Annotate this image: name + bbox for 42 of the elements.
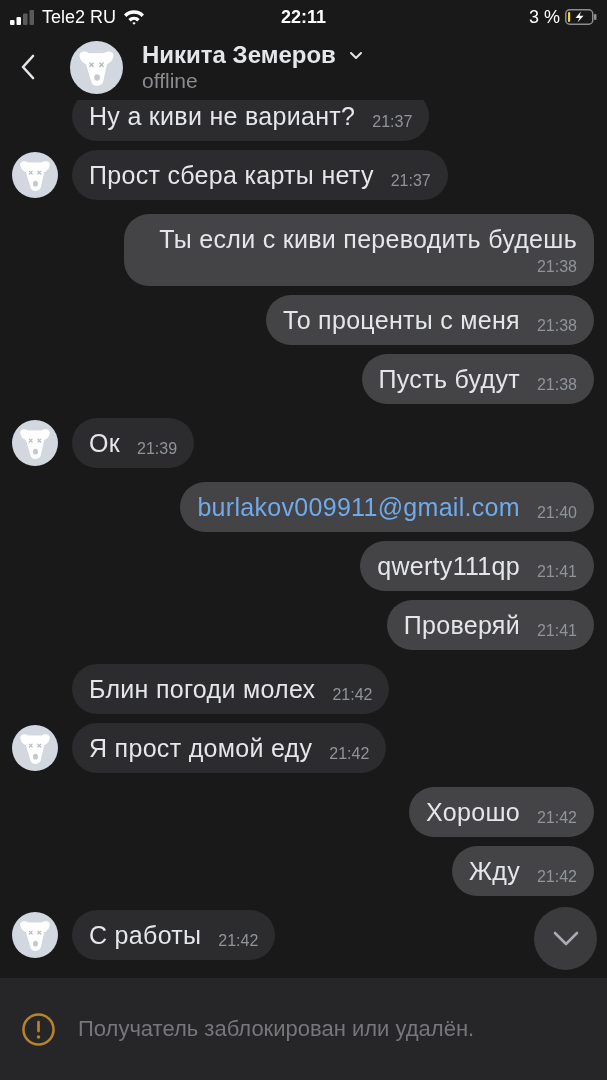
battery-charging-icon — [565, 9, 597, 25]
message-text: Проверяй — [403, 610, 520, 640]
message-time: 21:40 — [536, 503, 577, 523]
wifi-icon — [123, 9, 146, 25]
warning-icon — [22, 1012, 55, 1046]
message-time: 21:38 — [536, 375, 577, 395]
chevron-down-icon[interactable] — [348, 50, 363, 60]
message-text: Хорошо — [426, 797, 520, 827]
message-text: qwerty111qp — [377, 551, 520, 581]
message-time: 21:42 — [332, 685, 373, 705]
notice-text: Получатель заблокирован или удалён. — [78, 1016, 475, 1042]
message-time: 21:42 — [329, 744, 370, 764]
message-text: Ок — [89, 428, 120, 458]
message-text: Ты если с киви переводить будешь — [159, 224, 577, 254]
message-time: 21:41 — [536, 562, 577, 582]
message-time: 21:37 — [390, 171, 431, 191]
email-link[interactable]: burlakov009911@gmail.com — [197, 492, 520, 522]
chevron-down-icon — [552, 931, 579, 946]
message-text: Пусть будут — [378, 364, 520, 394]
message-text: С работы — [89, 920, 202, 950]
message-time: 21:41 — [536, 621, 577, 641]
carrier-name: Tele2 RU — [42, 6, 117, 28]
message-time: 21:42 — [218, 931, 259, 951]
clock-time: 22:11 — [280, 6, 326, 28]
message-time: 21:37 — [372, 112, 413, 132]
message-time: 21:42 — [536, 867, 577, 887]
battery-percent: 3 % — [528, 6, 560, 28]
message-time: 21:42 — [536, 808, 577, 828]
message-text: Блин погоди молех — [89, 674, 316, 704]
contact-status: offline — [142, 69, 199, 93]
contact-name[interactable]: Никита Земеров — [142, 41, 336, 69]
message-text: Ну а киви не вариант? — [89, 101, 356, 131]
message-time: 21:39 — [137, 439, 178, 459]
message-text: Я прост домой еду — [89, 733, 313, 763]
dog-avatar[interactable] — [70, 40, 123, 94]
message-text: Жду — [468, 856, 520, 886]
message-text: То проценты с меня — [283, 305, 520, 335]
message-text: Прост сбера карты нету — [89, 160, 374, 190]
signal-icon — [10, 9, 35, 25]
back-chevron-icon — [21, 54, 35, 80]
message-time: 21:38 — [536, 257, 577, 277]
message-time: 21:38 — [536, 316, 577, 336]
